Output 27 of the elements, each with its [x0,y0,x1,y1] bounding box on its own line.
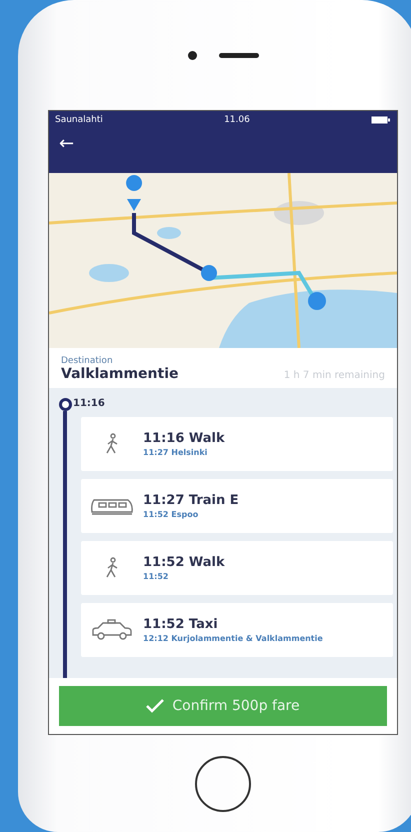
carrier-name: Saunalahti [55,115,103,125]
leg-subtitle: 11:52 Espoo [143,510,200,519]
speaker-icon [218,52,258,58]
leg-subtitle: 12:12 Kurjolammentie & Valklammentie [143,634,323,643]
leg-title: 11:52 Taxi [143,617,219,632]
battery-icon [370,116,391,124]
leg-subtitle: 11:27 Helsinki [143,448,208,457]
start-marker-icon [58,398,72,411]
trip-leg-card[interactable]: 11:52 Taxi 12:12 Kurjolammentie & Valklammentie [81,603,393,657]
home-button[interactable] [195,756,251,812]
trip-leg-card[interactable]: 11:52 Walk 11:52 [81,541,393,595]
back-button[interactable]: ← [59,133,74,154]
walking-person-icon [105,557,119,579]
leg-title: 11:27 Train E [143,493,239,508]
trip-leg-card[interactable]: 11:16 Walk 11:27 Helsinki [81,417,393,471]
checkmark-icon [146,699,164,713]
leg-subtitle: 11:52 [143,572,170,581]
taxi-icon [90,619,134,641]
start-time: 11:16 [73,398,106,409]
leg-title: 11:16 Walk [143,431,225,446]
trip-leg-card[interactable]: 11:27 Train E 11:52 Espoo [81,479,393,533]
destination-label: Destination [61,356,114,366]
destination-name: Valklammentie [61,366,178,382]
leg-title: 11:52 Walk [143,555,225,570]
camera-icon [188,50,196,60]
clock-time: 11.06 [224,115,250,125]
walking-person-icon [105,433,119,455]
